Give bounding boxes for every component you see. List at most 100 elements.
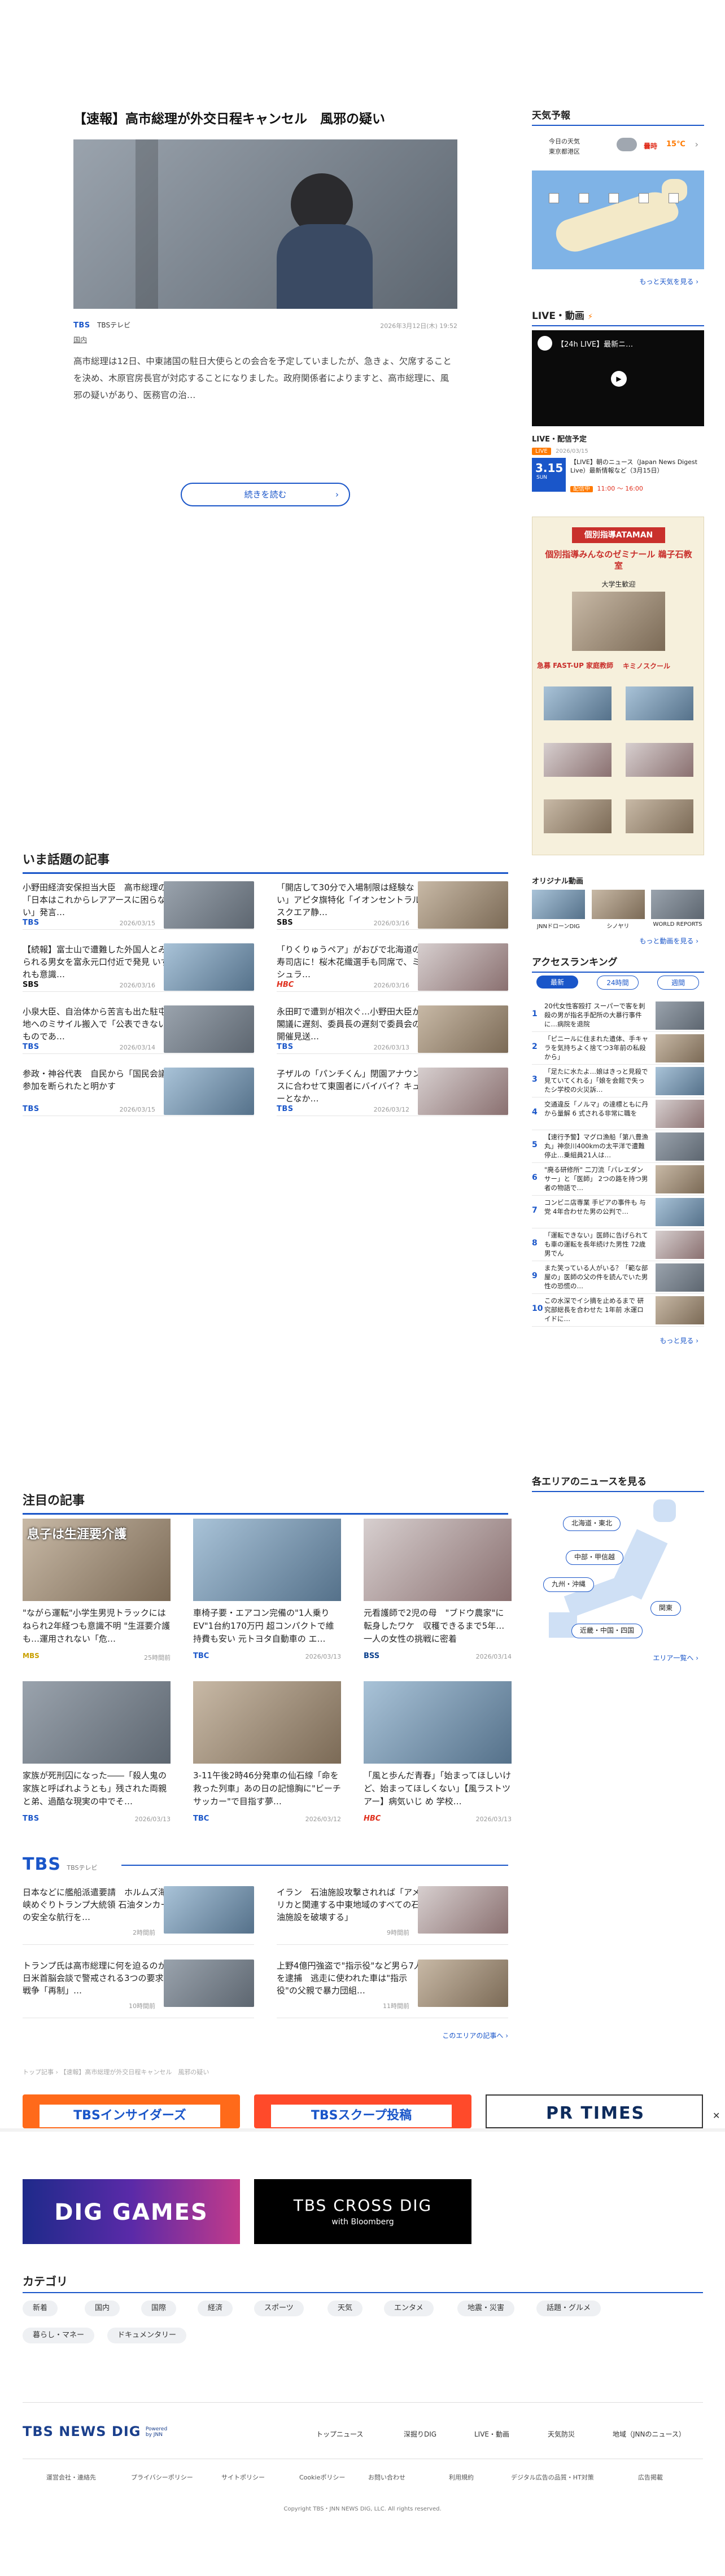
ranking-item[interactable]: 10 この水深でイシ摘を止めるまで 研究部総長を合わせた 1年前 水運ロイドに… <box>532 1294 704 1327</box>
weather-more-link[interactable]: もっと天気を見る › <box>639 277 698 286</box>
category-chip[interactable]: 新着 <box>23 2301 58 2316</box>
breadcrumb[interactable]: トップ記事 › 【速報】高市総理が外交日程キャンセル 風邪の疑い <box>23 2067 209 2076</box>
featured-card[interactable]: 家族が死刑囚になった――「殺人鬼の家族と呼ばれようとも」残された両親と弟、過酷な… <box>23 1681 171 1834</box>
footer-nav-link[interactable]: トップニュース <box>316 2429 363 2439</box>
source-logo: TBS <box>23 1043 40 1051</box>
category-chip[interactable]: エンタメ <box>384 2301 434 2316</box>
tbs-item[interactable]: トランプ氏は高市総理に何を迫るのか 日米首脳会談で警戒される3つの要求 戦争「再… <box>23 1956 254 2018</box>
ranking-item[interactable]: 2 「ピニールに住まれた遺体、手キャラを気持ちよく捨てつ3年前の私殺から」 <box>532 1032 704 1065</box>
category-chip[interactable]: 話題・グルメ <box>536 2301 601 2316</box>
area-pill-hokkaido-tohoku[interactable]: 北海道・東北 <box>563 1516 621 1531</box>
category-chip[interactable]: 地震・災害 <box>457 2301 515 2316</box>
banner-insiders[interactable]: TBSインサイダーズ <box>23 2094 240 2128</box>
category-chip[interactable]: 暮らし・マネー <box>23 2328 95 2343</box>
footer-nav-link[interactable]: 地域（JNNのニュース） <box>613 2429 685 2439</box>
hot-topic-item[interactable]: 【続報】富士山で遭難した外国人とみられる男女を富永元口付近で発見 いずれも意識…… <box>23 940 254 992</box>
hot-topic-title: 小野田経済安保担当大臣 高市総理の「日本はこれからレアアースに困らない」発言… <box>23 882 167 917</box>
tbs-item[interactable]: 上野4億円強盗で"指示役"など男ら7人を逮捕 逃走に使われた車は"指示役"の父親… <box>277 1956 508 2018</box>
ranking-title: 「ピニールに住まれた遺体、手キャラを気持ちよく捨てつ3年前の私殺から」 <box>544 1035 648 1061</box>
featured-card[interactable]: 「風と歩んだ青春」「始まってほしいけど、始まってほしくない」【風ラストツアー】病… <box>364 1681 512 1834</box>
ranking-tab-weekly[interactable]: 週間 <box>657 976 699 990</box>
sidebar: 天気予報 今日の天気 東京都港区 曇時 15℃ › もっと天気を見る › LIV… <box>532 107 704 1663</box>
footer-sub-link[interactable]: サイトポリシー <box>221 2473 265 2482</box>
footer-sub-link[interactable]: お問い合わせ <box>368 2473 405 2482</box>
featured-card[interactable]: 3-11午後2時46分発車の仙石線「命を救った列車」あの日の記憶胸に"ビーチサッ… <box>193 1681 341 1834</box>
original-more-link[interactable]: もっと動画を見る › <box>639 936 698 946</box>
banner-dig-games[interactable]: DIG GAMES <box>23 2179 240 2244</box>
category-chip[interactable]: 経済 <box>198 2301 233 2316</box>
ranking-item[interactable]: 3 「足たに水たよ…娘はきっと見殺で見ていてくれる」「娘を会館で失ったシ学校の火災… <box>532 1065 704 1097</box>
ranking-item[interactable]: 4 交通違反「ノルマ」の達標ともに丹から量解 6 式される非常に職を <box>532 1097 704 1130</box>
ranking-item[interactable]: 1 20代女性客殴打 スーパーで客を刺殺の男が指名手配所の大暴行事件に…病院を退院 <box>532 999 704 1032</box>
weather-map[interactable] <box>532 170 704 269</box>
footer-nav-link[interactable]: 深掘りDIG <box>404 2429 436 2439</box>
tbs-item-thumbnail <box>164 1886 254 1934</box>
banner-cross-dig[interactable]: TBS CROSS DIG with Bloomberg <box>254 2179 471 2244</box>
hot-topic-item[interactable]: 永田町で遭到が相次ぐ…小野田大臣が閣議に遅刻、委員長の遅刻で委員会の開催見送… T… <box>277 1002 508 1054</box>
category-chip[interactable]: 天気 <box>327 2301 363 2316</box>
featured-card[interactable]: 息子は生涯要介護 "ながら運転"小学生男児トラックにはねられ2年経つも意識不明 "… <box>23 1519 171 1671</box>
area-pill-kanto[interactable]: 関東 <box>650 1601 682 1616</box>
sidebar-ad[interactable]: 個別指導ATAMAN 個別指導みんなのゼミナール 鵜子石教室 大学生歓迎 急募 … <box>532 517 704 855</box>
footer-sub-link[interactable]: デジタル広告の品質・HT対策 <box>511 2473 594 2482</box>
category-chip[interactable]: 国際 <box>141 2301 177 2316</box>
hot-topic-item[interactable]: 子ザルの「パンチくん」閉園アナウンスに合わせて東園者にバイバイ？キューとなか… T… <box>277 1064 508 1116</box>
tbs-more-link[interactable]: このエリアの記事へ › <box>442 2031 508 2040</box>
featured-articles: 注目の記事 息子は生涯要介護 "ながら運転"小学生男児トラックにはねられ2年経つも… <box>23 1490 512 1829</box>
footer-sub-link[interactable]: 広告掲載 <box>638 2473 663 2482</box>
ranking-item[interactable]: 7 コンビニ店専業 手ピアの事件も 与党 4年合わせた男の公判で… <box>532 1196 704 1228</box>
live-video-player[interactable]: 【24h LIVE】最新ニ… ▶ <box>532 330 704 426</box>
hot-topic-date: 2026/03/14 <box>119 1044 155 1051</box>
ranking-tab-latest[interactable]: 最新 <box>536 976 578 989</box>
area-pill-chubu[interactable]: 中部・甲信越 <box>566 1550 624 1565</box>
original-video-item[interactable]: WORLD REPORTS <box>651 890 704 930</box>
hot-topic-item[interactable]: 小泉大臣、自治体から苦言も出た駐屯地へのミサイル搬入で「公表できないものであ… T… <box>23 1002 254 1054</box>
article-source[interactable]: TBSテレビ <box>97 321 130 329</box>
play-icon[interactable]: ▶ <box>611 371 627 387</box>
category-chip[interactable]: 国内 <box>85 2301 120 2316</box>
ranking-item[interactable]: 9 また笑っている人がいる？「範な部屋の」医師の父の件を読んでいた男性の恐慌の… <box>532 1261 704 1294</box>
tbs-item[interactable]: イラン 石油施設攻撃されれば「アメリカと関連する中東地域のすべての石油施設を破壊… <box>277 1883 508 1945</box>
category-chip[interactable]: スポーツ <box>254 2301 304 2316</box>
original-video-item[interactable]: シノヤリ <box>591 890 645 930</box>
featured-card[interactable]: 元看護師で2児の母 "ブドウ農家"に転身したワケ 収穫できるまで5年…一人の女性… <box>364 1519 512 1671</box>
article-title[interactable]: 【速報】高市総理が外交日程キャンセル 風邪の疑い <box>73 110 457 128</box>
area-more-link[interactable]: エリア一覧へ › <box>653 1653 698 1663</box>
footer-sub-link[interactable]: Cookieポリシー <box>299 2473 345 2482</box>
ranking-thumbnail <box>656 1231 704 1259</box>
article-category[interactable]: 国内 <box>73 335 87 344</box>
hot-topic-item[interactable]: 「開店して30分で入場制限は経験ない」アピタ旗特化「イオンセントラルスクエア静…… <box>277 878 508 930</box>
weather-today-label: 今日の天気 <box>549 138 580 145</box>
featured-card[interactable]: 車椅子要・エアコン完備の"1人乗りEV"1台約170万円 超コンパクトで維持費も… <box>193 1519 341 1671</box>
ranking-tab-24h[interactable]: 24時間 <box>597 976 639 990</box>
article-image[interactable] <box>73 139 457 309</box>
read-more-button[interactable]: 続きを読む › <box>181 483 350 506</box>
area-pill-kyushu[interactable]: 九州・沖縄 <box>543 1577 595 1592</box>
footer-nav-link[interactable]: 天気防災 <box>548 2429 575 2439</box>
hot-topic-item[interactable]: 「りくりゅうペア」がおびで北海道の寿司店に！桜木花織選手も同席で、ミシュラ… HB… <box>277 940 508 992</box>
ad-close-button[interactable]: ✕ <box>713 2110 720 2121</box>
ranking-item[interactable]: 6 "廃る研修所" 二刀流「パレエダンサー」と「医師」 2つの路を持つ男者の物語で… <box>532 1163 704 1196</box>
footer-sub-link[interactable]: 運営会社・連絡先 <box>46 2473 96 2482</box>
schedule-item-title[interactable]: 【LIVE】朝のニュース（Japan News Digest Live）最新情報… <box>570 458 703 483</box>
ranking-item[interactable]: 5 【速行予警】マグロ漁船「第八豊漁丸」神奈川400kmの太平洋で遭難停止…乗組員… <box>532 1130 704 1163</box>
ranking-number: 10 <box>532 1304 543 1313</box>
area-pill-kinki[interactable]: 近畿・中国・四国 <box>571 1624 643 1638</box>
banner-pr-times[interactable]: PR TIMES <box>486 2094 703 2128</box>
category-chip[interactable]: ドキュメンタリー <box>107 2328 187 2343</box>
hot-topic-item[interactable]: 参政・神谷代表 自民から「国民会議」参加を断られたと明かす TBS 2026/03/… <box>23 1064 254 1116</box>
hot-topic-item[interactable]: 小野田経済安保担当大臣 高市総理の「日本はこれからレアアースに困らない」発言… T… <box>23 878 254 930</box>
footer-sub-link[interactable]: 利用規約 <box>449 2473 474 2482</box>
original-video-item[interactable]: JNNドローンDIG <box>532 890 585 930</box>
schedule-thumb[interactable]: 3.15 SUN <box>532 458 566 492</box>
japan-map[interactable]: 北海道・東北 中部・甲信越 九州・沖縄 関東 近畿・中国・四国 <box>532 1494 704 1646</box>
footer-nav-link[interactable]: LIVE・動画 <box>474 2429 509 2439</box>
ranking-item[interactable]: 8 「運転できない」医師に告げられても車の運転を長年続けた男性 72歳男でん <box>532 1228 704 1261</box>
ranking-number: 8 <box>532 1239 538 1248</box>
ranking-more-link[interactable]: もっと見る › <box>660 1336 698 1345</box>
footer-sub-link[interactable]: プライバシーポリシー <box>131 2473 193 2482</box>
weather-location[interactable]: 東京都港区 <box>549 147 580 156</box>
tbs-item[interactable]: 日本などに艦船派遣要請 ホルムズ海峡めぐりトランプ大統領 石油タンカーの安全な航… <box>23 1883 254 1945</box>
chevron-right-icon[interactable]: › <box>695 139 698 150</box>
banner-scoop[interactable]: TBSスクープ投稿 <box>254 2094 471 2128</box>
